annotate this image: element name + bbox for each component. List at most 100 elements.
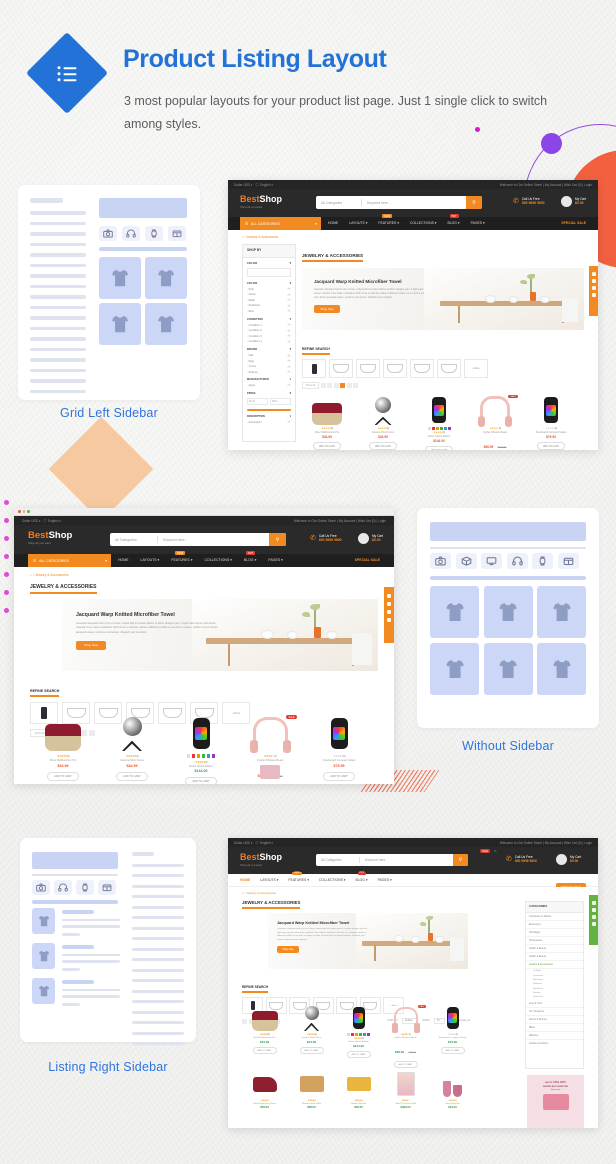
all-categories-button[interactable]: ☰ ALL CATEGORIES ▾ bbox=[240, 217, 321, 230]
product-card[interactable]: ★★★★☆ Tablet Pro Rose Gold $399.00 bbox=[385, 1071, 426, 1109]
header-mini-links[interactable]: SALE % bbox=[480, 849, 496, 853]
search-icon[interactable]: ⚲ bbox=[466, 196, 482, 209]
category-item[interactable]: Art Transports bbox=[526, 1008, 583, 1016]
category-item-active[interactable]: Jewelry & Accessories bbox=[526, 961, 583, 969]
category-item[interactable]: Bikes bbox=[526, 1024, 583, 1032]
search-bar[interactable]: All Categories Keyword here... ⚲ bbox=[110, 533, 286, 546]
product-card[interactable]: ★★★★★ Glass Mug Set $19.00 bbox=[432, 1071, 473, 1109]
hero-banner[interactable]: Jacquard Warp Knitted Microfiber Towel J… bbox=[62, 599, 378, 671]
main-nav[interactable]: HOME LAYOUTS ▾ NEW FEATURES ▾ COLLECTIONS… bbox=[328, 214, 485, 225]
nav-item[interactable]: PAGES ▾ bbox=[471, 221, 485, 225]
nav-item[interactable]: LAYOUTS ▾ bbox=[141, 558, 160, 562]
product-card[interactable]: ★★★★★ Golden Gift Box $29.00 bbox=[338, 1071, 379, 1109]
shop-now-button[interactable]: Shop Now bbox=[76, 640, 106, 650]
category-item[interactable]: Health & Beauty bbox=[526, 945, 583, 953]
refine-thumbnails[interactable]: + More bbox=[302, 359, 584, 378]
nav-item[interactable]: HOME bbox=[240, 878, 250, 882]
search-category[interactable]: All Categories bbox=[316, 201, 361, 205]
color-swatches[interactable] bbox=[414, 427, 464, 430]
search-category[interactable]: All Categories bbox=[110, 538, 157, 542]
search-bar[interactable]: All Categories Keyword here... ⚲ bbox=[316, 854, 468, 866]
nav-item[interactable]: PAGES ▾ bbox=[268, 558, 283, 562]
floating-side-toolbar[interactable] bbox=[589, 266, 598, 316]
category-item[interactable]: Housewares bbox=[526, 937, 583, 945]
product-card[interactable]: ★★★★★ (2) Camera Short Focus $34.99 ADD … bbox=[291, 1005, 332, 1068]
product-card[interactable]: ★★★★★ (5) Mixer Multifunction Pro $34.99… bbox=[302, 395, 352, 450]
cart-icon[interactable] bbox=[556, 854, 567, 865]
product-card[interactable]: ★★★★★ (5) Mixer Multifunction Pro $34.99… bbox=[244, 1005, 285, 1068]
nav-item[interactable]: HOT BLOG ▾ bbox=[448, 214, 460, 225]
main-nav[interactable]: HOME LAYOUTS ▾ NEW FEATURES ▾ COLLECTIONS… bbox=[118, 551, 283, 562]
view-toolbar[interactable]: Show All bbox=[302, 382, 584, 389]
refine-more[interactable]: + More bbox=[464, 359, 488, 378]
cart-icon[interactable] bbox=[561, 196, 572, 207]
nav-item[interactable]: NEW FEATURES ▾ bbox=[288, 871, 309, 882]
product-card[interactable]: ★★★★★ (0) Smartwatch Compact Straps $79.… bbox=[526, 395, 576, 450]
nav-item[interactable]: PAGES ▾ bbox=[378, 878, 392, 882]
screenshot-grid-left-sidebar[interactable]: Dollar USD ▾ 🏳 English ▾ Welcome to Our … bbox=[228, 180, 598, 450]
hero-banner[interactable]: Jacquard Warp Knitted Microfiber Towel J… bbox=[302, 268, 584, 330]
nav-item[interactable]: HOT BLOG ▾ bbox=[356, 871, 368, 882]
all-categories-button[interactable]: ☰ ALL CATEGORIES ▾ bbox=[28, 554, 111, 567]
nav-item[interactable]: HOME bbox=[328, 221, 338, 225]
shop-now-button[interactable]: Shop Now bbox=[277, 946, 299, 954]
category-item[interactable]: Watches bbox=[526, 1032, 583, 1040]
product-grid[interactable]: ★★★★★ (5) Mixer Multifunction Pro $34.99… bbox=[302, 395, 584, 450]
product-card[interactable]: SALE ★★★★☆ (4) Cypher Wireless Beats $98… bbox=[385, 1005, 426, 1068]
site-logo[interactable]: BestShop Shop all you want bbox=[240, 853, 282, 866]
product-grid-row2[interactable] bbox=[34, 765, 368, 781]
product-card[interactable]: ★★★★★ (0) Smartwatch Compact Straps $79.… bbox=[432, 1005, 473, 1068]
cart-icon[interactable] bbox=[358, 533, 369, 544]
product-card[interactable]: ★★★★★ (2) Camera Short Focus $34.99 ADD … bbox=[358, 395, 408, 450]
breadcrumb[interactable]: ⌂ / Jewelry & Accessories bbox=[242, 891, 276, 895]
search-input[interactable]: Keyword here... bbox=[158, 538, 269, 542]
screenshot-listing-right-sidebar[interactable]: Dollar USD ▾ 🏳 English ▾ Welcome to Our … bbox=[228, 838, 598, 1128]
color-swatches[interactable] bbox=[338, 1033, 379, 1036]
promo-banner[interactable]: up to 50% OFF AMERICAN FURNITURE Shop no… bbox=[527, 1075, 584, 1128]
search-icon[interactable]: ⚲ bbox=[269, 533, 286, 546]
category-item[interactable]: Handbags bbox=[526, 929, 583, 937]
category-item[interactable]: Electronics bbox=[526, 921, 583, 929]
search-input[interactable]: Keyword here... bbox=[362, 201, 466, 205]
nav-item[interactable]: COLLECTIONS ▾ bbox=[204, 558, 231, 562]
category-item[interactable]: Auto & Tires bbox=[526, 1000, 583, 1008]
floating-side-toolbar[interactable] bbox=[384, 587, 394, 643]
nav-item[interactable]: COLLECTIONS ▾ bbox=[410, 221, 437, 225]
nav-item[interactable]: NEW FEATURES ▾ bbox=[171, 551, 192, 562]
main-nav[interactable]: HOME LAYOUTS ▾ NEW FEATURES ▾ COLLECTIONS… bbox=[240, 871, 392, 882]
search-category[interactable]: All Categories bbox=[316, 858, 359, 862]
nav-item[interactable]: LAYOUTS ▾ bbox=[349, 221, 367, 225]
special-sale-link[interactable]: SPECIAL SALE bbox=[561, 221, 586, 225]
product-grid[interactable]: ★★★★★ (5) Mixer Multifunction Pro $34.99… bbox=[244, 1005, 473, 1068]
nav-item[interactable]: COLLECTIONS ▾ bbox=[319, 878, 346, 882]
special-sale-link[interactable]: SPECIAL SALE bbox=[355, 558, 380, 562]
site-logo[interactable]: BestShop Shop all you want bbox=[28, 531, 72, 545]
breadcrumb[interactable]: ⌂ / Jewelry & Accessories bbox=[242, 235, 278, 239]
product-card[interactable]: SALE ★★★★☆ (4) Cypher Wireless Beats $98… bbox=[470, 395, 520, 450]
category-item[interactable]: Fashion & Fabrics bbox=[526, 1040, 583, 1047]
category-item[interactable]: Computers & Tablets bbox=[526, 913, 583, 921]
breadcrumb[interactable]: ⌂ / Jewelry & Accessories bbox=[30, 573, 69, 577]
site-logo[interactable]: BestShop Shop all you want bbox=[240, 195, 282, 208]
cart-block[interactable]: My Cart $0.00 bbox=[561, 196, 586, 207]
product-card[interactable]: ★★★★★ Wooden Side Table $89.00 bbox=[291, 1071, 332, 1109]
product-grid-row2[interactable]: ★★★★★ Velvet High Heel Shoes $59.00 ★★★★… bbox=[244, 1071, 473, 1109]
product-card[interactable]: ★★★★★ (9) Series Sports Edition $144.00 … bbox=[414, 395, 464, 450]
floating-side-toolbar[interactable] bbox=[589, 895, 598, 945]
product-card[interactable]: ★★★★★ Velvet High Heel Shoes $59.00 bbox=[244, 1071, 285, 1109]
search-icon[interactable]: ⚲ bbox=[453, 854, 468, 866]
wireframe-listing-right-sidebar[interactable] bbox=[20, 838, 196, 1045]
wireframe-without-sidebar[interactable] bbox=[417, 508, 599, 728]
cart-block[interactable]: My Cart $0.00 bbox=[358, 533, 383, 544]
category-item[interactable]: Health & Beauty bbox=[526, 953, 583, 961]
filter-sidebar[interactable]: SHOP BY COLOR ▾ COLOR ▾ ◦ Pink 5 ◦ Green 3 ◦… bbox=[242, 244, 296, 442]
wireframe-grid-left-sidebar[interactable] bbox=[18, 185, 200, 400]
cart-block[interactable]: My Cart $0.00 bbox=[556, 854, 581, 865]
nav-item[interactable]: NEW FEATURES ▾ bbox=[378, 214, 399, 225]
nav-item[interactable]: HOT BLOG ▾ bbox=[244, 551, 256, 562]
color-swatches[interactable] bbox=[172, 754, 230, 758]
category-item[interactable]: Sports & Women bbox=[526, 1016, 583, 1024]
nav-item[interactable]: LAYOUTS ▾ bbox=[260, 878, 278, 882]
search-bar[interactable]: All Categories Keyword here... ⚲ bbox=[316, 196, 482, 209]
categories-sidebar[interactable]: CATEGORIES Computers & Tablets Electroni… bbox=[525, 901, 584, 1069]
